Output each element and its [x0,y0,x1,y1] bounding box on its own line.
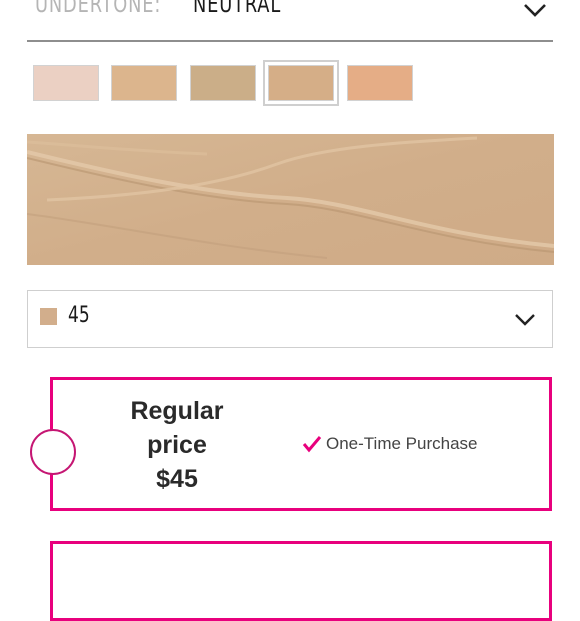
chevron-down-icon[interactable] [514,313,536,327]
shade-swatch-5[interactable] [347,65,413,101]
purchase-option-radio[interactable] [30,429,76,475]
shade-swatch-3[interactable] [190,65,256,101]
one-time-purchase-label: One-Time Purchase [326,434,478,453]
regular-price-line2: price [147,431,207,459]
product-texture-image [27,134,554,265]
checkmark-icon [302,436,322,453]
regular-price: Regular price $45 [100,394,254,496]
shade-select-value: 45 [68,303,90,328]
shade-swatch-1[interactable] [33,65,99,101]
undertone-value: NEUTRAL [193,0,282,18]
undertone-dropdown[interactable]: UNDERTONE: NEUTRAL [27,0,553,42]
shade-select[interactable]: 45 [27,290,553,348]
one-time-purchase: One-Time Purchase [302,432,477,456]
purchase-option-second[interactable] [50,541,552,621]
shade-color-chip [40,308,57,325]
regular-price-line1: Regular [130,397,224,425]
undertone-label: UNDERTONE: [35,0,162,18]
shade-swatch-4[interactable] [263,60,339,106]
chevron-down-icon[interactable] [523,2,547,18]
regular-price-amount: $45 [156,465,198,493]
shade-swatch-2[interactable] [111,65,177,101]
